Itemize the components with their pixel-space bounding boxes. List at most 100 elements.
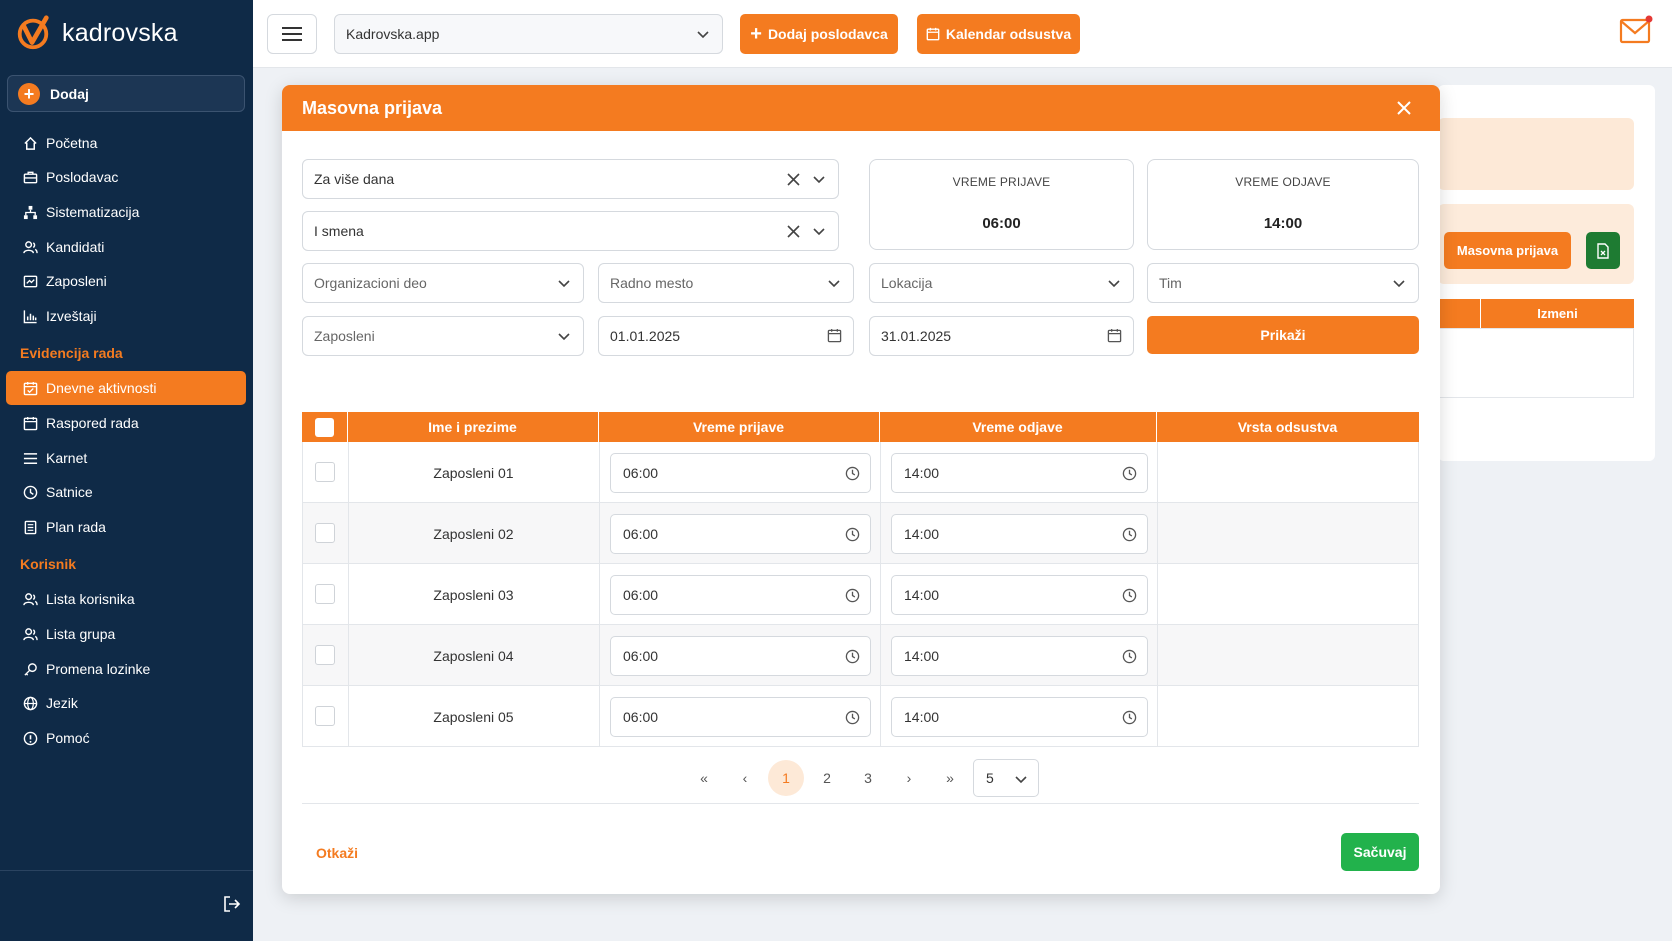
calendar-icon[interactable] [827, 328, 842, 343]
clock-icon [1122, 588, 1137, 603]
checkout-time-input[interactable]: 14:00 [891, 575, 1148, 615]
period-select[interactable]: Za više dana [302, 159, 839, 199]
page-size-select[interactable]: 5 [973, 759, 1039, 797]
org-unit-select[interactable]: Organizacioni deo [302, 263, 584, 303]
column-header-checkout[interactable]: Vreme odjave [879, 412, 1156, 442]
sidebar-item-izvestaji[interactable]: Izveštaji [6, 299, 246, 333]
menu-toggle-button[interactable] [267, 14, 317, 54]
home-icon [22, 135, 38, 151]
pagination-page-3[interactable]: 3 [850, 760, 886, 796]
close-icon[interactable] [1394, 98, 1414, 118]
row-checkbox[interactable] [315, 523, 335, 543]
sidebar-item-label: Izveštaji [46, 308, 97, 324]
column-header-name[interactable]: Ime i prezime [347, 412, 598, 442]
checkin-time-input[interactable]: 06:00 [610, 514, 871, 554]
employee-name: Zaposleni 04 [433, 647, 514, 664]
brand[interactable]: kadrovska [14, 14, 178, 52]
sidebar-item-plan-rada[interactable]: Plan rada [6, 510, 246, 544]
sidebar-item-raspored-rada[interactable]: Raspored rada [6, 406, 246, 440]
sidebar-item-label: Poslodavac [46, 169, 119, 185]
page-size-value: 5 [986, 770, 994, 786]
calendar-icon[interactable] [1107, 328, 1122, 343]
checkin-time-label: VREME PRIJAVE [952, 175, 1051, 189]
izmeni-column-header: Izmeni [1537, 306, 1578, 321]
date-to-input[interactable]: 31.01.2025 [869, 316, 1134, 356]
column-header-absence[interactable]: Vrsta odsustva [1156, 412, 1419, 442]
location-select[interactable]: Lokacija [869, 263, 1134, 303]
sidebar-item-pomoc[interactable]: Pomoć [6, 721, 246, 755]
add-button[interactable]: + Dodaj [7, 75, 245, 112]
sidebar-item-promena-lozinke[interactable]: Promena lozinke [6, 652, 246, 686]
sidebar-item-jezik[interactable]: Jezik [6, 686, 246, 720]
table-row: Zaposleni 02 06:00 14:00 [302, 503, 1419, 564]
checkin-time-input[interactable]: 06:00 [610, 575, 871, 615]
show-button[interactable]: Prikaži [1147, 316, 1419, 354]
checkin-time-card[interactable]: VREME PRIJAVE 06:00 [869, 159, 1134, 250]
checkout-time-input[interactable]: 14:00 [891, 636, 1148, 676]
logout-icon[interactable] [222, 894, 242, 914]
pagination-first[interactable]: « [686, 760, 722, 796]
row-checkbox[interactable] [315, 462, 335, 482]
shift-select-value: I smena [314, 223, 364, 239]
save-button[interactable]: Sačuvaj [1341, 833, 1419, 871]
shift-select[interactable]: I smena [302, 211, 839, 251]
position-select[interactable]: Radno mesto [598, 263, 854, 303]
sidebar-item-dnevne-aktivnosti[interactable]: Dnevne aktivnosti [6, 371, 246, 405]
checkout-time-value: 14:00 [904, 648, 940, 664]
chevron-down-icon [697, 31, 709, 39]
sidebar-item-poslodavac[interactable]: Poslodavac [6, 160, 246, 194]
select-all-checkbox[interactable] [315, 418, 334, 437]
clock-icon [1122, 710, 1137, 725]
employee-name: Zaposleni 02 [433, 525, 514, 542]
sidebar-item-label: Raspored rada [46, 415, 139, 431]
sidebar-item-sistematizacija[interactable]: Sistematizacija [6, 195, 246, 229]
sidebar-item-kandidati[interactable]: Kandidati [6, 230, 246, 264]
checkin-time-input[interactable]: 06:00 [610, 636, 871, 676]
checkout-time-input[interactable]: 14:00 [891, 697, 1148, 737]
key-icon [22, 661, 38, 677]
clear-icon[interactable] [787, 225, 800, 238]
checkout-time-input[interactable]: 14:00 [891, 514, 1148, 554]
checkin-time-input[interactable]: 06:00 [610, 697, 871, 737]
excel-file-icon [1597, 242, 1609, 259]
cancel-button[interactable]: Otkaži [316, 845, 358, 861]
checkout-time-input[interactable]: 14:00 [891, 453, 1148, 493]
position-placeholder: Radno mesto [610, 275, 694, 291]
row-checkbox[interactable] [315, 645, 335, 665]
table-row: Zaposleni 05 06:00 14:00 [302, 686, 1419, 747]
brand-name: kadrovska [62, 18, 178, 47]
pagination-page-2[interactable]: 2 [809, 760, 845, 796]
sidebar-item-label: Lista korisnika [46, 591, 135, 607]
date-from-input[interactable]: 01.01.2025 [598, 316, 854, 356]
absence-calendar-button[interactable]: Kalendar odsustva [917, 14, 1080, 54]
checkout-time-label: VREME ODJAVE [1235, 175, 1331, 189]
row-checkbox[interactable] [315, 584, 335, 604]
sidebar-item-satnice[interactable]: Satnice [6, 475, 246, 509]
company-select[interactable]: Kadrovska.app [334, 14, 723, 54]
checkin-time-input[interactable]: 06:00 [610, 453, 871, 493]
list-icon [22, 450, 38, 466]
checkout-time-card[interactable]: VREME ODJAVE 14:00 [1147, 159, 1419, 250]
sidebar-item-karnet[interactable]: Karnet [6, 441, 246, 475]
employees-select[interactable]: Zaposleni [302, 316, 584, 356]
row-checkbox[interactable] [315, 706, 335, 726]
sidebar-item-label: Sistematizacija [46, 204, 140, 220]
excel-export-button[interactable] [1586, 232, 1620, 269]
column-header-checkin[interactable]: Vreme prijave [598, 412, 879, 442]
modal-footer-divider [302, 803, 1419, 804]
pagination-prev[interactable]: ‹ [727, 760, 763, 796]
mail-icon[interactable] [1619, 14, 1653, 46]
pagination-next[interactable]: › [891, 760, 927, 796]
checkout-time-value: 14:00 [904, 526, 940, 542]
sidebar-item-label: Karnet [46, 450, 88, 466]
sidebar-item-pocetna[interactable]: Početna [6, 126, 246, 160]
pagination-page-1[interactable]: 1 [768, 760, 804, 796]
team-select[interactable]: Tim [1147, 263, 1419, 303]
add-employer-button[interactable]: + Dodaj poslodavca [740, 14, 898, 54]
sidebar-item-zaposleni[interactable]: Zaposleni [6, 264, 246, 298]
clear-icon[interactable] [787, 173, 800, 186]
background-masovna-prijava-button[interactable]: Masovna prijava [1444, 232, 1571, 269]
pagination-last[interactable]: » [932, 760, 968, 796]
sidebar-item-lista-grupa[interactable]: Lista grupa [6, 617, 246, 651]
sidebar-item-lista-korisnika[interactable]: Lista korisnika [6, 582, 246, 616]
